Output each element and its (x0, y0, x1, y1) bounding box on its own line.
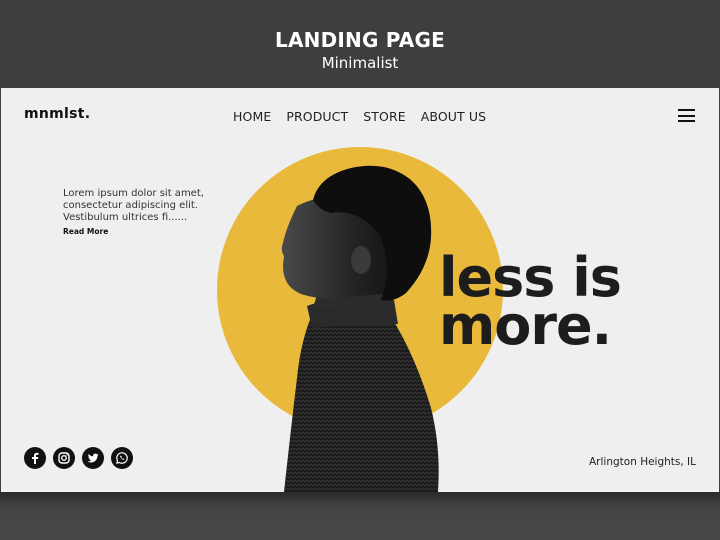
sweater (284, 310, 439, 492)
whatsapp-icon[interactable] (111, 447, 133, 469)
social-links (24, 447, 133, 469)
facebook-icon[interactable] (24, 447, 46, 469)
presentation-shadow (0, 492, 720, 540)
presentation-subtitle: Minimalist (321, 54, 399, 72)
presentation-title: LANDING PAGE (275, 28, 445, 52)
headline-line-2: more. (439, 294, 612, 357)
hero-headline: less is more. (439, 251, 622, 357)
twitter-icon[interactable] (82, 447, 104, 469)
instagram-icon[interactable] (53, 447, 75, 469)
landing-page-mockup: mnmlst. HOME PRODUCT STORE ABOUT US Lore… (1, 88, 719, 492)
location-text: Arlington Heights, IL (589, 456, 696, 468)
